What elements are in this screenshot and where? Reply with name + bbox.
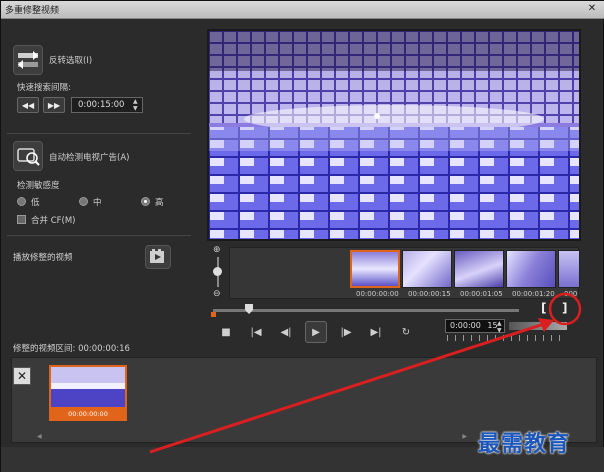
sensitivity-label: 检测敏感度: [17, 181, 60, 191]
zoom-in-icon[interactable]: ⊕: [213, 245, 221, 255]
window-title: 多重修整视频: [5, 6, 60, 16]
trimmed-duration-label: 修整的视频区间: 00:00:00:16: [13, 344, 130, 354]
play-trimmed-button[interactable]: [145, 245, 171, 269]
play-button[interactable]: ▶: [305, 321, 327, 343]
repeat-icon: ↻: [401, 326, 411, 338]
rewind-icon: ◀◀: [21, 100, 35, 110]
mark-in-button[interactable]: [: [541, 301, 546, 315]
filmstrip-timecode: 00:00:00:00: [356, 290, 399, 298]
clip-thumbnail: [51, 367, 125, 407]
time-ruler: [447, 335, 567, 341]
prev-frame-icon: ◀|: [280, 326, 292, 338]
scrubber-track[interactable]: [213, 309, 519, 312]
clip-timecode: 00:00:00:00: [68, 410, 108, 418]
auto-detect-ads-icon[interactable]: [13, 141, 43, 171]
fast-search-interval-label: 快速搜索间隔:: [17, 83, 71, 93]
sensitivity-low-radio[interactable]: [17, 197, 26, 206]
reverse-selection-icon[interactable]: [13, 45, 43, 75]
next-frame-icon: |▶: [340, 326, 352, 338]
filmstrip-frame[interactable]: [558, 250, 580, 288]
filmstrip-frame[interactable]: [402, 250, 452, 288]
next-frame-button[interactable]: |▶: [335, 323, 357, 341]
multi-trim-window: 多重修整视频 ✕ 反转选取(I) 快速搜索间隔: ◀◀ ▶▶ 0:00:15:0…: [0, 0, 604, 472]
transport-controls: ■ |◀ ◀| ▶ |▶ ▶| ↻: [215, 321, 425, 343]
delete-clip-button[interactable]: ✕: [13, 367, 31, 385]
sensitivity-high-label: 高: [155, 198, 164, 208]
mark-out-button[interactable]: ]: [562, 301, 567, 315]
skip-to-start-icon: |◀: [250, 326, 262, 338]
filmstrip-timecode: 000: [564, 290, 578, 298]
fast-forward-button[interactable]: ▶▶: [43, 97, 65, 113]
zoom-slider-handle[interactable]: [213, 267, 222, 276]
timecode-spinner-icon[interactable]: ▲ ▼: [497, 320, 507, 334]
sensitivity-mid-label: 中: [93, 198, 102, 208]
merge-cf-checkbox[interactable]: [17, 215, 26, 224]
skip-to-end-icon: ▶|: [370, 326, 382, 338]
fast-forward-icon: ▶▶: [47, 100, 61, 110]
filmstrip-timecode: 00:00:01:20: [512, 290, 555, 298]
video-preview: [207, 29, 581, 241]
filmstrip-frame[interactable]: [454, 250, 504, 288]
reverse-selection-label[interactable]: 反转选取(I): [49, 54, 92, 66]
stop-icon: ■: [221, 326, 231, 338]
left-panel: 反转选取(I) 快速搜索间隔: ◀◀ ▶▶ 0:00:15:00 ▲ ▼ 自动检测…: [7, 23, 197, 339]
scroll-right-icon[interactable]: ▶: [462, 433, 467, 440]
current-timecode-input[interactable]: 0:00:00 15: [445, 319, 505, 333]
stop-button[interactable]: ■: [215, 323, 237, 341]
scroll-left-icon[interactable]: ◀: [37, 433, 42, 440]
filmstrip-timecode: 00:00:00:15: [408, 290, 451, 298]
auto-detect-ads-label[interactable]: 自动检测电视广告(A): [49, 151, 129, 163]
merge-cf-label[interactable]: 合并 CF(M): [31, 214, 76, 226]
sensitivity-mid-radio[interactable]: [79, 197, 88, 206]
close-button[interactable]: ✕: [585, 2, 599, 16]
repeat-button[interactable]: ↻: [395, 323, 417, 341]
filmstrip[interactable]: 00:00:00:00 00:00:00:15 00:00:01:05 00:0…: [229, 247, 580, 299]
trimmed-clip[interactable]: 00:00:00:00: [49, 365, 127, 421]
prev-frame-button[interactable]: ◀|: [275, 323, 297, 341]
scrubber-handle[interactable]: [245, 304, 253, 314]
film-play-icon: [150, 249, 164, 263]
watermark-logo: 最需教育: [478, 431, 571, 457]
play-trimmed-label: 播放修整的视频: [13, 253, 73, 263]
zoom-control: ⊕ ⊖: [211, 245, 225, 303]
filmstrip-frame[interactable]: [506, 250, 556, 288]
divider: [7, 133, 191, 134]
home-button[interactable]: |◀: [245, 323, 267, 341]
volume-slider[interactable]: [509, 322, 567, 330]
zoom-out-icon[interactable]: ⊖: [213, 289, 221, 299]
preview-frame: [209, 31, 579, 239]
bin-scrollbar[interactable]: ◀ ▶: [37, 433, 467, 440]
filmstrip-frame[interactable]: [350, 250, 400, 288]
scrubber[interactable]: [211, 304, 579, 318]
play-icon: ▶: [312, 326, 320, 338]
scrubber-start-marker: [211, 312, 216, 317]
sensitivity-low-label: 低: [31, 198, 40, 208]
timecode-value: 0:00:00: [450, 321, 481, 330]
sensitivity-high-radio[interactable]: [141, 197, 150, 206]
interval-spinner-icon[interactable]: ▲ ▼: [133, 98, 143, 112]
divider: [7, 235, 191, 236]
title-bar: 多重修整视频 ✕: [1, 1, 604, 19]
rewind-button[interactable]: ◀◀: [17, 97, 39, 113]
end-button[interactable]: ▶|: [365, 323, 387, 341]
filmstrip-timecode: 00:00:01:05: [460, 290, 503, 298]
